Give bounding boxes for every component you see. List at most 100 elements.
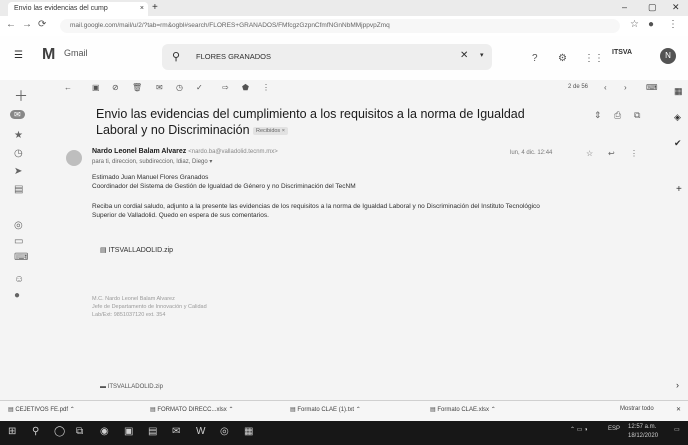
search-icon[interactable]: ⚲ xyxy=(172,50,180,63)
taskview-icon[interactable]: ⧉ xyxy=(76,426,83,437)
tray-icons[interactable]: ⌃ ▭ ◑ xyxy=(570,426,588,433)
add-addon-icon[interactable]: + xyxy=(676,184,682,195)
more-options-icon[interactable]: ⋮ xyxy=(262,83,270,92)
hamburger-icon[interactable]: ☰ xyxy=(14,50,23,61)
report-spam-icon[interactable]: ⊘ xyxy=(112,83,119,92)
inbox-icon[interactable]: ✉ xyxy=(10,110,25,119)
apps-grid-icon[interactable]: ⋮⋮ xyxy=(584,53,604,64)
support-icon[interactable]: ? xyxy=(532,53,538,64)
reply-icon[interactable]: ↩ xyxy=(608,149,615,158)
more-message-icon[interactable]: ⋮ xyxy=(630,149,638,158)
menu-dots-icon[interactable]: ⋮ xyxy=(668,19,678,30)
print-icon[interactable]: ⎙ xyxy=(614,110,621,121)
sender-avatar xyxy=(66,150,82,166)
url-field[interactable]: mail.google.com/mail/u/2/?tab=rm&ogbl#se… xyxy=(60,19,620,33)
notifications-icon[interactable]: ▭ xyxy=(674,426,680,433)
search-input[interactable]: FLORES GRANADOS xyxy=(196,52,271,61)
avatar[interactable]: N xyxy=(660,48,676,64)
address-bar-row: ← → ⟳ mail.google.com/mail/u/2/?tab=rm&o… xyxy=(0,16,688,37)
settings-icon[interactable]: ⚙ xyxy=(558,53,567,64)
inbox-label-chip[interactable]: Recibidos × xyxy=(253,126,288,135)
signature-title: Jefe de Departamento de Innovación y Cal… xyxy=(92,304,207,310)
chrome-icon[interactable]: ◎ xyxy=(220,426,229,437)
download-name: FORMATO DIRECC...xlsx xyxy=(157,407,227,413)
maximize-icon[interactable]: ▢ xyxy=(648,2,657,13)
expand-all-icon[interactable]: ⇕ xyxy=(594,110,602,121)
search-box[interactable]: ⚲ FLORES GRANADOS ✕ ▾ xyxy=(162,44,492,70)
download-name: Formato CLAE (1).txt xyxy=(297,407,355,413)
close-downloads-icon[interactable]: ✕ xyxy=(676,406,681,413)
language-indicator[interactable]: ESP xyxy=(608,426,620,432)
tab-close-icon[interactable]: × xyxy=(140,2,144,16)
compose-icon[interactable]: ＋ xyxy=(14,86,28,106)
search-options-icon[interactable]: ▾ xyxy=(480,51,484,59)
download-item[interactable]: ▤ Formato CLAE.xlsx ⌃ xyxy=(430,406,496,413)
keep-icon[interactable]: ◈ xyxy=(674,112,681,123)
forward-icon[interactable]: → xyxy=(22,19,32,30)
start-icon[interactable]: ⊞ xyxy=(8,426,16,437)
drafts-icon[interactable]: ▤ xyxy=(14,184,23,195)
back-icon[interactable]: ← xyxy=(6,19,16,30)
newer-icon[interactable]: ‹ xyxy=(604,83,607,92)
close-window-icon[interactable]: ✕ xyxy=(672,2,680,13)
tasks-icon[interactable]: ✔ xyxy=(674,138,682,149)
edge-icon[interactable]: ◉ xyxy=(100,426,109,437)
body-line-2: Superior de Valladolid. Quedo en espera … xyxy=(92,212,269,219)
sent-icon[interactable]: ➤ xyxy=(14,166,22,177)
input-tools-icon[interactable]: ⌨ xyxy=(646,83,658,92)
greeting-line: Estimado Juan Manuel Flores Granados xyxy=(92,174,209,181)
star-message-icon[interactable]: ☆ xyxy=(586,149,593,158)
word-icon[interactable]: W xyxy=(196,426,205,437)
recipients-text: para ti, direccion, subdireccion, ldiaz,… xyxy=(92,159,208,165)
download-item[interactable]: ▤ CEJETIVOS FE.pdf ⌃ xyxy=(8,406,75,413)
back-to-list-icon[interactable]: ← xyxy=(64,83,72,92)
label-icon[interactable]: ⬟ xyxy=(242,83,249,92)
calendar-icon[interactable]: ▦ xyxy=(674,86,683,97)
archive-icon[interactable]: ▣ xyxy=(92,83,100,92)
starred-icon[interactable]: ★ xyxy=(14,130,23,141)
snoozed-icon[interactable]: ◷ xyxy=(14,148,23,159)
expand-panel-icon[interactable]: › xyxy=(676,380,679,390)
meet-icon[interactable]: ◎ xyxy=(14,220,23,231)
gmail-logo-icon[interactable]: M xyxy=(42,46,55,64)
contact-avatar-icon[interactable]: ● xyxy=(14,290,20,301)
attachment-chip-bottom[interactable]: ▬ ITSVALLADOLID.zip xyxy=(100,384,163,390)
browser-tab[interactable]: Envio las evidencias del cump × xyxy=(8,2,148,16)
show-all-downloads[interactable]: Mostrar todo xyxy=(620,406,654,412)
download-item[interactable]: ▤ FORMATO DIRECC...xlsx ⌃ xyxy=(150,406,234,413)
gmail-header: ☰ M Gmail ⚲ FLORES GRANADOS ✕ ▾ ? ⚙ ⋮⋮ I… xyxy=(0,36,688,80)
hangouts-icon[interactable]: ☺ xyxy=(14,274,24,285)
tab-title: Envio las evidencias del cump xyxy=(14,5,108,12)
older-icon[interactable]: › xyxy=(624,83,627,92)
store-icon[interactable]: ▣ xyxy=(124,426,133,437)
clear-search-icon[interactable]: ✕ xyxy=(460,50,468,61)
app-icon[interactable]: ▦ xyxy=(244,426,253,437)
move-to-icon[interactable]: ⇨ xyxy=(222,83,229,92)
snooze-icon[interactable]: ◷ xyxy=(176,83,183,92)
open-new-window-icon[interactable]: ⧉ xyxy=(634,110,640,121)
signature-phone: Lab/Ext: 9851037120 ext. 354 xyxy=(92,312,166,318)
meet-join-icon[interactable]: ▭ xyxy=(14,236,23,247)
account-badge: ITSVA xyxy=(612,49,633,56)
explorer-icon[interactable]: ▤ xyxy=(148,426,157,437)
file-icon: ▤ xyxy=(430,407,436,413)
profile-icon[interactable]: ● xyxy=(648,19,654,30)
clock-date[interactable]: 18/12/2020 xyxy=(628,433,658,439)
mail-icon[interactable]: ✉ xyxy=(172,426,180,437)
search-taskbar-icon[interactable]: ⚲ xyxy=(32,426,39,437)
clock-time[interactable]: 12:57 a.m. xyxy=(628,424,656,430)
delete-icon[interactable]: 🗑 xyxy=(132,83,142,92)
add-task-icon[interactable]: ✓ xyxy=(196,83,203,92)
keyboard-icon[interactable]: ⌨ xyxy=(14,252,28,263)
star-icon[interactable]: ☆ xyxy=(630,19,639,30)
attachment-link[interactable]: ▤ ITSVALLADOLID.zip xyxy=(100,246,173,254)
download-item[interactable]: ▤ Formato CLAE (1).txt ⌃ xyxy=(290,406,361,413)
attachment-icon: ▤ xyxy=(100,247,107,254)
mark-unread-icon[interactable]: ✉ xyxy=(156,83,163,92)
task-view-icon[interactable]: ◯ xyxy=(54,426,65,437)
new-tab-button[interactable]: + xyxy=(152,2,158,14)
minimize-icon[interactable]: – xyxy=(622,2,627,12)
recipients-line[interactable]: para ti, direccion, subdireccion, ldiaz,… xyxy=(92,158,212,165)
reload-icon[interactable]: ⟳ xyxy=(38,19,46,30)
download-name: Formato CLAE.xlsx xyxy=(437,407,490,413)
